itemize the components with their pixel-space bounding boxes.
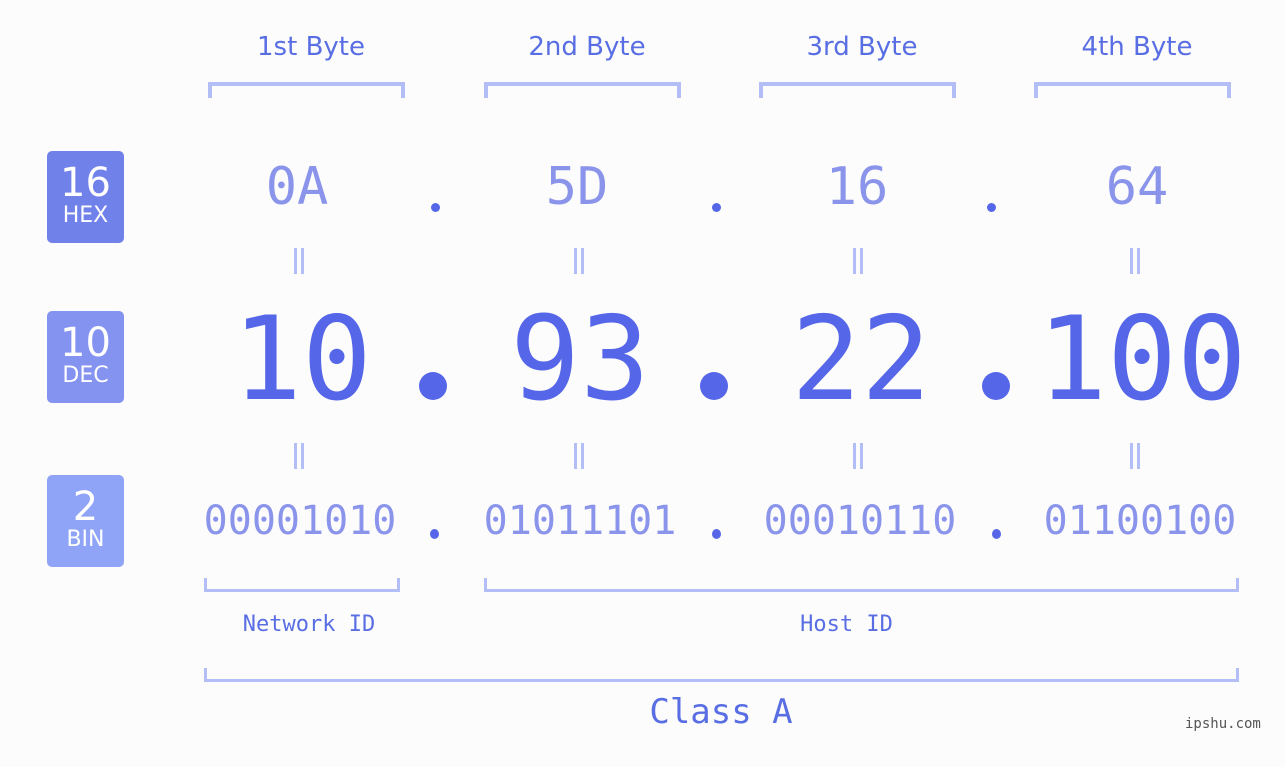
bin-byte-3: 00010110 xyxy=(763,498,957,544)
bin-base-label: BIN xyxy=(66,527,105,552)
bin-base-number: 2 xyxy=(72,484,99,530)
hex-byte-4: 64 xyxy=(1105,157,1169,217)
dec-byte-1: 10 xyxy=(232,292,372,427)
host-id-bracket xyxy=(484,578,1239,592)
bin-byte-2: 01011101 xyxy=(483,498,677,544)
hex-byte-1: 0A xyxy=(265,157,329,217)
byte-bracket-3 xyxy=(759,82,956,98)
byte-header-4: 4th Byte xyxy=(1081,32,1193,62)
dec-byte-4: 100 xyxy=(1037,292,1247,427)
network-id-bracket xyxy=(204,578,400,592)
dec-base-label: DEC xyxy=(62,363,109,388)
equals-marker xyxy=(572,248,586,274)
dec-byte-2: 93 xyxy=(510,292,650,427)
dec-separator-dot xyxy=(419,372,447,400)
host-id-label: Host ID xyxy=(800,612,893,637)
dec-separator-dot xyxy=(982,372,1010,400)
hex-separator-dot xyxy=(987,203,996,212)
equals-marker xyxy=(572,443,586,469)
network-id-label: Network ID xyxy=(242,612,376,637)
hex-base-badge: 16 HEX xyxy=(47,151,124,243)
bin-byte-4: 01100100 xyxy=(1043,498,1237,544)
equals-marker xyxy=(292,248,306,274)
equals-marker xyxy=(851,248,865,274)
hex-base-label: HEX xyxy=(62,203,109,228)
hex-separator-dot xyxy=(712,203,721,212)
dec-byte-3: 22 xyxy=(791,292,931,427)
bin-separator-dot xyxy=(712,529,721,539)
byte-bracket-4 xyxy=(1034,82,1231,98)
ip-class-label: Class A xyxy=(649,692,793,732)
dec-base-number: 10 xyxy=(60,320,111,366)
byte-header-1: 1st Byte xyxy=(257,32,365,62)
equals-marker xyxy=(1128,248,1142,274)
hex-separator-dot xyxy=(431,203,440,212)
hex-byte-2: 5D xyxy=(545,157,609,217)
bin-base-badge: 2 BIN xyxy=(47,475,124,567)
hex-byte-3: 16 xyxy=(825,157,889,217)
bin-byte-1: 00001010 xyxy=(203,498,397,544)
byte-header-3: 3rd Byte xyxy=(806,32,918,62)
equals-marker xyxy=(292,443,306,469)
dec-separator-dot xyxy=(700,372,728,400)
dec-base-badge: 10 DEC xyxy=(47,311,124,403)
hex-base-number: 16 xyxy=(60,160,111,206)
bin-separator-dot xyxy=(992,529,1001,539)
equals-marker xyxy=(1128,443,1142,469)
class-bracket xyxy=(204,668,1239,682)
byte-bracket-1 xyxy=(208,82,405,98)
watermark: ipshu.com xyxy=(1185,716,1261,732)
equals-marker xyxy=(851,443,865,469)
byte-header-2: 2nd Byte xyxy=(528,32,646,62)
bin-separator-dot xyxy=(430,529,439,539)
byte-bracket-2 xyxy=(484,82,681,98)
